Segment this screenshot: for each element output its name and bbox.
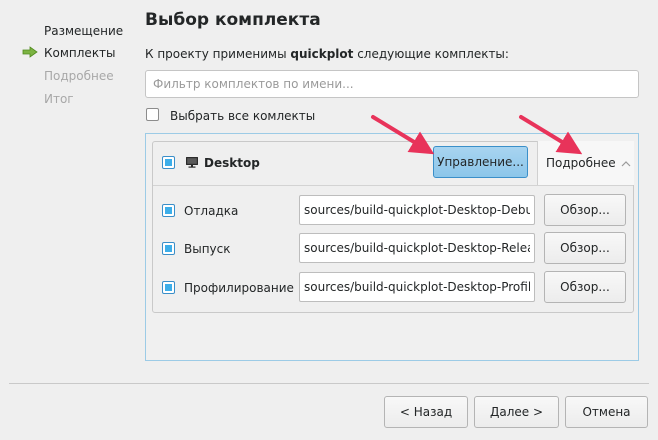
kit-details-toggle[interactable]: Подробнее xyxy=(537,141,634,185)
project-name: quickplot xyxy=(290,47,354,61)
back-button[interactable]: < Назад xyxy=(384,396,468,428)
kit-name: Desktop xyxy=(204,156,260,170)
kit-header-divider xyxy=(153,185,633,186)
select-all-checkbox[interactable] xyxy=(146,108,159,121)
wizard-step-summary: Итог xyxy=(44,92,74,106)
build-release-checkbox[interactable] xyxy=(162,242,175,255)
build-profile-label: Профилирование xyxy=(184,281,294,295)
manage-kits-button[interactable]: Управление... xyxy=(433,146,528,178)
build-debug-path-input[interactable] xyxy=(299,195,535,225)
kit-details-label: Подробнее xyxy=(546,156,616,170)
page-description: К проекту применимы quickplot следующие … xyxy=(145,47,509,61)
build-release-browse-button[interactable]: Обзор... xyxy=(544,232,626,264)
monitor-icon xyxy=(186,157,198,168)
build-profile-path-input[interactable] xyxy=(299,272,535,302)
cancel-button[interactable]: Отмена xyxy=(565,396,648,428)
wizard-step-placement: Размещение xyxy=(44,24,124,38)
build-release-label: Выпуск xyxy=(184,242,231,256)
build-release-path-input[interactable] xyxy=(299,233,535,263)
wizard-step-details: Подробнее xyxy=(44,69,114,83)
green-arrow-icon xyxy=(22,46,38,58)
next-button[interactable]: Далее > xyxy=(474,396,559,428)
wizard-step-kits: Комплекты xyxy=(44,46,116,60)
build-debug-browse-button[interactable]: Обзор... xyxy=(544,194,626,226)
chevron-up-icon xyxy=(621,160,631,166)
build-profile-browse-button[interactable]: Обзор... xyxy=(544,271,626,303)
build-debug-checkbox[interactable] xyxy=(162,204,175,217)
description-prefix: К проекту применимы xyxy=(145,47,291,61)
build-debug-label: Отладка xyxy=(184,204,239,218)
description-suffix: следующие комплекты: xyxy=(353,47,509,61)
page-title: Выбор комплекта xyxy=(145,10,321,30)
footer-separator xyxy=(9,383,649,384)
build-profile-checkbox[interactable] xyxy=(162,281,175,294)
kit-filter-input[interactable] xyxy=(145,70,639,98)
kit-desktop-checkbox[interactable] xyxy=(162,156,175,169)
select-all-label[interactable]: Выбрать все комлекты xyxy=(170,109,315,123)
